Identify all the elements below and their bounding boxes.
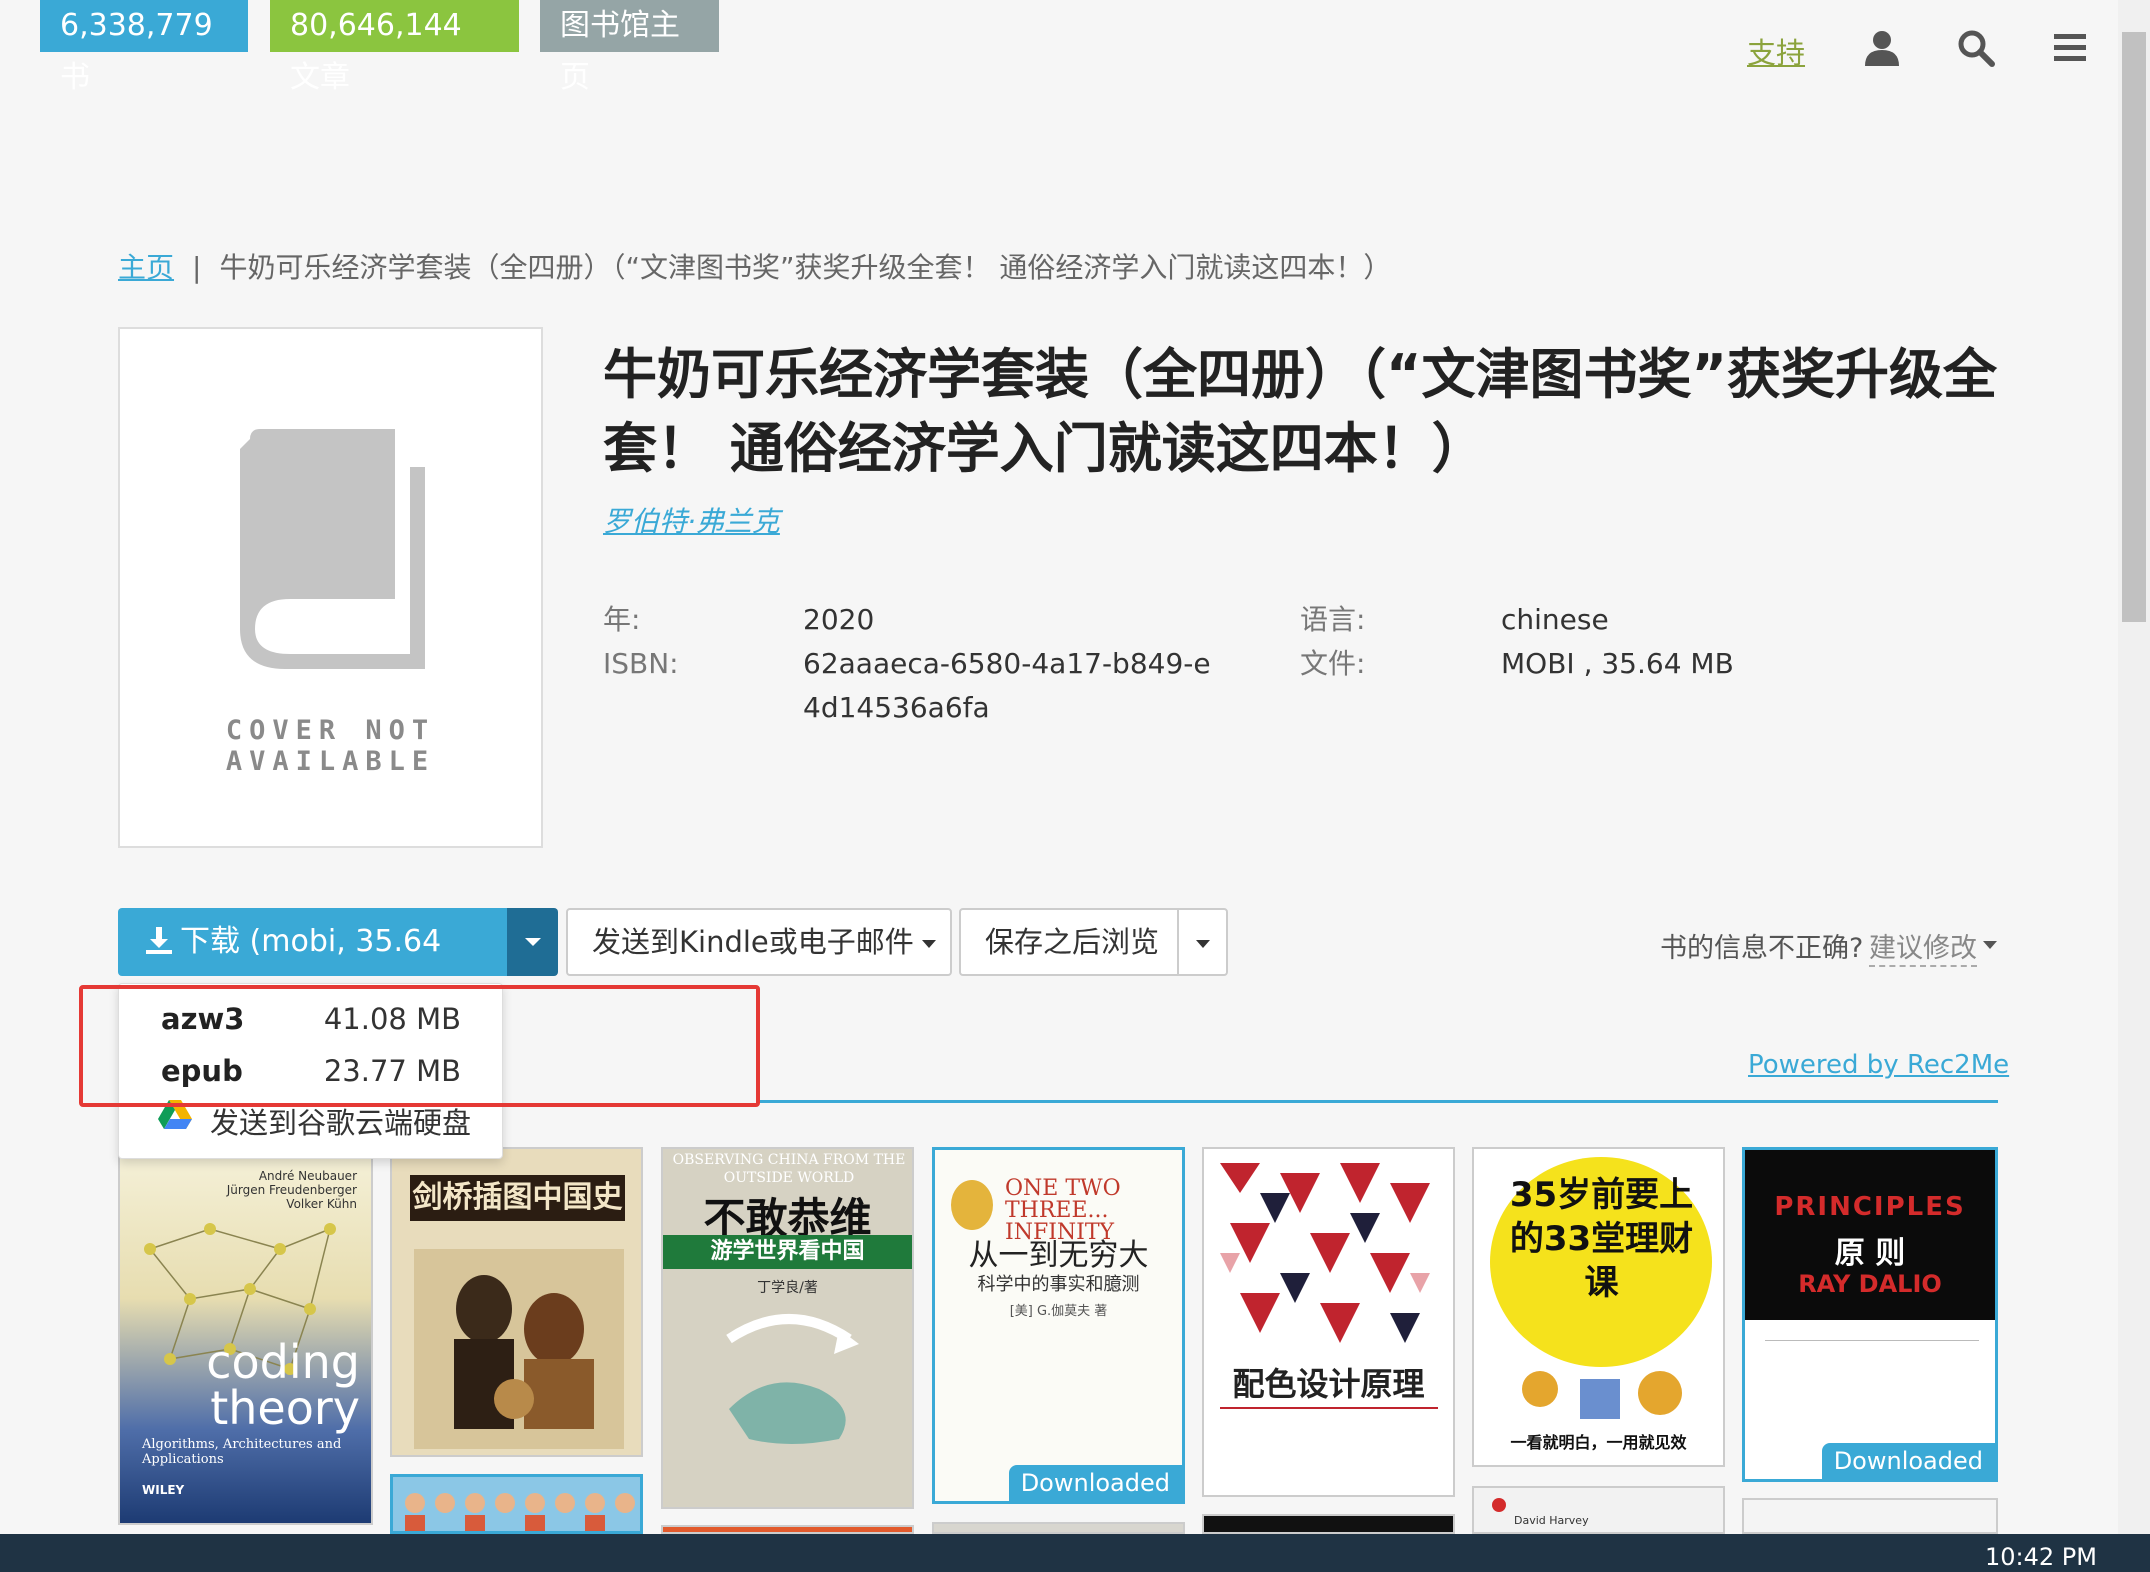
scrollbar-thumb[interactable] [2122,32,2146,622]
year-label: 年: [603,603,641,636]
cover-title: 从一到无穷大 [968,1238,1149,1273]
recommended-book-cover-downloaded[interactable]: PRINCIPLES 原 则 RAY DALIO Downloaded [1742,1147,1998,1482]
send-to-kindle-label: 发送到Kindle或电子邮件 [592,925,914,959]
year-value: 2020 [803,603,875,636]
library-home-link[interactable]: 图书馆主页 [540,0,719,95]
cover-dot [1492,1498,1506,1512]
breadcrumb-current: 牛奶可乐经济学套装（全四册）（“文津图书奖”获奖升级全套！ 通俗经济学入门就读这… [219,251,1392,284]
recommended-book-cover[interactable]: David Harvey [1472,1486,1725,1534]
cover-faces-graphic [405,1493,635,1531]
breadcrumb: 主页 | 牛奶可乐经济学套装（全四册）（“文津图书奖”获奖升级全套！ 通俗经济学入门… [118,246,1391,286]
cover-authors: André Neubauer Jürgen Freudenberger Volk… [226,1169,357,1211]
book-title: 牛奶可乐经济学套装（全四册）（“文津图书奖”获奖升级全套！ 通俗经济学入门就读这… [603,343,1997,480]
file-value: MOBI , 35.64 MB [1501,647,1734,680]
suggest-edit-link[interactable]: 建议修改 [1869,926,1977,967]
recommended-book-cover-downloaded[interactable] [390,1474,643,1534]
send-to-kindle-button[interactable]: 发送到Kindle或电子邮件 [566,908,952,976]
cover-title: 配色设计原理 [1232,1365,1425,1403]
caret-down-icon [921,940,936,948]
download-formats-toggle[interactable] [507,908,558,976]
recommended-book-cover[interactable]: 配色设计原理 [1202,1147,1455,1497]
language-label: 语言: [1300,603,1366,636]
breadcrumb-home-link[interactable]: 主页 [118,251,174,284]
cover-illustration [414,1249,624,1449]
highlight-annotation-box [79,985,760,1107]
recommended-book-cover[interactable] [932,1522,1185,1534]
articles-count-badge[interactable]: 80,646,144 文章 [270,0,519,95]
cover-subtitle: 游学世界看中国 [663,1235,912,1269]
os-taskbar [0,1534,2150,1572]
caret-down-icon [525,938,541,946]
cover-badge [951,1180,993,1230]
cover-illustration [726,1314,859,1444]
cover-author: RAY DALIO [1798,1270,1942,1298]
downloaded-badge: Downloaded [1821,1443,1995,1479]
cover-author: [美] G.伽莫夫 著 [1009,1304,1108,1319]
download-icon [146,927,172,954]
recommended-book-cover[interactable]: André Neubauer Jürgen Freudenberger Volk… [118,1147,373,1525]
cover-author: 丁学良/著 [757,1280,818,1296]
books-count-badge[interactable]: 6,338,779 书 [40,0,248,95]
breadcrumb-separator: | [192,251,202,284]
menu-icon[interactable] [2050,28,2090,68]
page-scrollbar[interactable] [2118,0,2150,1534]
taskbar-clock: 10:42 PM [1985,1543,2097,1571]
cover-publisher: WILEY [142,1483,185,1497]
cover-illustration [1522,1371,1682,1419]
file-label: 文件: [1300,647,1366,680]
recommended-book-cover[interactable]: OBSERVING CHINA FROM THE OUTSIDE WORLD 不… [661,1147,914,1509]
cover-subtitle: 科学中的事实和臆测 [977,1274,1140,1295]
recommended-book-cover[interactable] [1202,1514,1455,1534]
recommended-book-cover[interactable] [1742,1498,1998,1534]
search-icon[interactable] [1956,28,1996,68]
recommended-book-cover[interactable]: 剑桥插图中国史 [390,1147,643,1457]
cover-author: David Harvey [1514,1514,1589,1527]
cover-blurb [1220,1407,1438,1477]
cover-header-text: OBSERVING CHINA FROM THE OUTSIDE WORLD [672,1152,906,1186]
cover-subtitle: Algorithms, Architectures and Applicatio… [142,1437,342,1467]
caret-down-icon [1195,940,1210,948]
cover-header-text: PRINCIPLES [1774,1192,1966,1222]
cover-subtitle: 一看就明白，一用就见效 [1510,1433,1687,1452]
cover-title: 35岁前要上的33堂理财课 [1509,1175,1694,1303]
author-link[interactable]: 罗伯特·弗兰克 [603,500,780,540]
isbn-label: ISBN: [603,647,679,680]
cover-title: 剑桥插图中国史 [410,1175,625,1221]
language-value: chinese [1501,603,1609,636]
save-for-later-button[interactable]: 保存之后浏览 [959,908,1179,976]
book-cover: COVER NOT AVAILABLE [118,327,543,848]
cover-not-available-text: COVER NOT AVAILABLE [225,715,436,777]
cover-title: coding theory [206,1335,360,1435]
isbn-value: 62aaaeca-6580-4a17-b849-e4d14536a6fa [803,647,1211,724]
user-icon[interactable] [1862,28,1902,68]
section-divider [760,1100,1998,1103]
book-placeholder-icon [240,429,425,669]
download-button[interactable]: 下载 (mobi, 35.64 MB) [118,908,507,1027]
save-for-later-label: 保存之后浏览 [985,925,1160,959]
info-incorrect-text: 书的信息不正确? [1660,933,1864,964]
cover-title: 原 则 [1834,1236,1906,1271]
save-options-toggle[interactable] [1177,908,1228,976]
recommended-book-cover-downloaded[interactable]: ONE TWO THREE... INFINITY 从一到无穷大 科学中的事实和… [932,1147,1185,1504]
recommended-book-cover[interactable]: 35岁前要上的33堂理财课 一看就明白，一用就见效 [1472,1147,1725,1467]
cover-pattern [1220,1163,1440,1363]
recommended-book-cover[interactable] [661,1525,914,1534]
support-link[interactable]: 支持 [1747,30,1805,72]
downloaded-badge: Downloaded [1008,1465,1182,1501]
caret-down-icon[interactable] [1983,941,1997,949]
cover-blurb [1765,1340,1979,1436]
powered-by-rec2me-link[interactable]: Powered by Rec2Me [1748,1050,2009,1080]
